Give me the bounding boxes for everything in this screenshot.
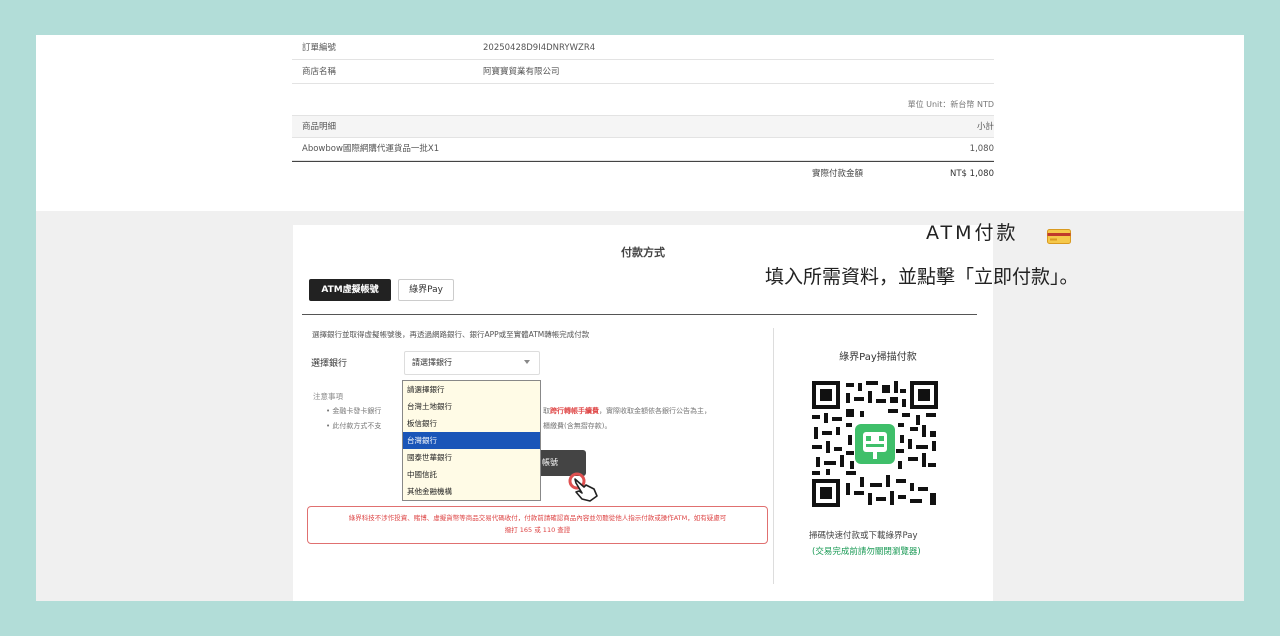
- bank-option[interactable]: 其他金融機構: [403, 483, 540, 500]
- detail-header-label: 商品明細: [302, 122, 337, 132]
- fraud-warning-box: 綠界科技不涉作投資、賭博、虛擬貨幣等商品交易代碼收付，付款前請確認商品內容並勿聽…: [307, 506, 768, 544]
- bank-option[interactable]: 台灣土地銀行: [403, 398, 540, 415]
- order-summary-card: 訂單編號 20250428D9I4DNRYWZR4 商店名稱 阿寶寶貿業有限公司…: [36, 35, 1244, 211]
- note-1-start: • 金融卡發卡銀行: [326, 407, 382, 415]
- qr-caption-note: (交易完成前請勿關閉瀏覽器): [812, 547, 921, 557]
- bank-option[interactable]: 中國信託: [403, 466, 540, 483]
- bank-option[interactable]: 板信銀行: [403, 415, 540, 432]
- item-row: Abowbow國際網購代運貨品一批X1 1,080: [292, 138, 994, 161]
- note-2-start: • 此付款方式不支: [326, 422, 382, 430]
- column-divider: [773, 328, 774, 584]
- order-number-label: 訂單編號: [302, 43, 337, 53]
- note-1-mid: 取: [543, 407, 550, 415]
- fraud-warning-line2: 撥打 165 或 110 查證: [504, 526, 571, 534]
- detail-header-row: 商品明細 小計: [292, 115, 994, 138]
- order-number-row: 訂單編號 20250428D9I4DNRYWZR4: [292, 37, 994, 60]
- store-name-value: 阿寶寶貿業有限公司: [483, 67, 560, 77]
- payment-method-title: 付款方式: [621, 246, 665, 259]
- annotation-subtitle: 填入所需資料，並點擊「立即付款」。: [765, 266, 1079, 288]
- store-name-row: 商店名稱 阿寶寶貿業有限公司: [292, 61, 994, 84]
- bank-select[interactable]: 請選擇銀行: [404, 351, 540, 375]
- bank-select-label: 選擇銀行: [311, 359, 348, 369]
- qr-caption: 掃碼快速付款或下載綠界Pay: [809, 531, 918, 541]
- notes-title: 注意事項: [313, 392, 343, 401]
- instruction-text: 選擇銀行並取得虛擬帳號後，再透過網路銀行、銀行APP或至實體ATM轉帳完成付款: [312, 330, 590, 339]
- get-virtual-account-button-label: 帳號: [542, 458, 558, 467]
- hand-cursor-icon: [568, 472, 598, 502]
- qr-code: [810, 379, 940, 509]
- note-1-tail: ，實際收取金額依各銀行公告為主，: [599, 407, 711, 415]
- item-price: 1,080: [969, 144, 994, 154]
- qr-title: 綠界Pay掃描付款: [839, 352, 917, 363]
- bank-select-value: 請選擇銀行: [412, 358, 452, 367]
- bank-option-selected[interactable]: 台灣銀行: [403, 432, 540, 449]
- order-number-value: 20250428D9I4DNRYWZR4: [483, 43, 596, 53]
- note-1-end: 取跨行轉帳手續費，實際收取金額依各銀行公告為主，: [543, 406, 711, 416]
- currency-unit-label: 單位 Unit：新台幣 NTD: [907, 100, 994, 109]
- credit-card-icon: [1047, 229, 1071, 244]
- bank-option[interactable]: 請選擇銀行: [403, 381, 540, 398]
- fraud-warning-line1: 綠界科技不涉作投資、賭博、虛擬貨幣等商品交易代碼收付，付款前請確認商品內容並勿聽…: [348, 514, 727, 522]
- tab-atm-virtual-account[interactable]: ATM虛擬帳號: [309, 279, 391, 301]
- subtotal-header-label: 小計: [976, 122, 994, 132]
- total-value: NT$ 1,080: [950, 169, 994, 179]
- chevron-down-icon: [524, 360, 530, 364]
- item-name: Abowbow國際網購代運貨品一批X1: [302, 144, 440, 154]
- bank-option[interactable]: 國泰世華銀行: [403, 449, 540, 466]
- total-row: 實際付款金額 NT$ 1,080: [292, 161, 994, 185]
- tab-divider: [302, 314, 977, 315]
- note-1-highlight: 跨行轉帳手續費: [550, 407, 599, 415]
- note-2-end: 櫃繳費(含無摺存款)。: [543, 422, 612, 430]
- bank-dropdown-list[interactable]: 請選擇銀行 台灣土地銀行 板信銀行 台灣銀行 國泰世華銀行 中國信託 其他金融機…: [402, 380, 541, 501]
- tab-ecpay-pay[interactable]: 綠界Pay: [398, 279, 454, 301]
- annotation-title: ATM付款: [926, 222, 1019, 244]
- store-name-label: 商店名稱: [302, 67, 337, 77]
- total-label: 實際付款金額: [812, 169, 864, 179]
